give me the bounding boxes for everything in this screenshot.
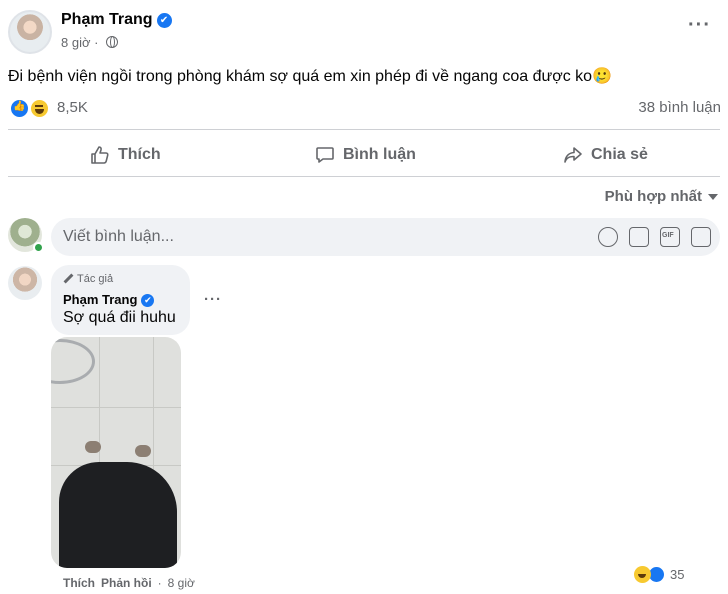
comment-text: Sợ quá đii huhu (63, 309, 176, 326)
comment-time[interactable]: 8 giờ (168, 576, 195, 590)
commenter-avatar[interactable] (8, 266, 42, 300)
chair-ring (51, 339, 95, 384)
sort-label: Phù hợp nhất (604, 188, 702, 205)
pencil-icon (63, 274, 73, 284)
globe-icon (106, 36, 119, 48)
comment-reaction-count: 35 (670, 567, 685, 582)
like-reaction-icon[interactable] (10, 99, 29, 118)
author-badge: Tác giả (63, 273, 113, 285)
author-badge-label: Tác giả (77, 273, 114, 285)
share-button[interactable]: Chia sẻ (563, 140, 648, 170)
post-author-name[interactable]: Phạm Trang (61, 11, 153, 28)
online-status-dot (33, 242, 44, 253)
right-foot (135, 445, 151, 457)
sticker-icon[interactable] (691, 227, 711, 247)
thumbs-up-icon (91, 146, 109, 164)
author-avatar[interactable] (8, 10, 52, 54)
post-text: Đi bệnh viện ngồi trong phòng khám sợ qu… (8, 68, 612, 85)
divider (8, 129, 720, 130)
skirt (59, 462, 177, 568)
post-timestamp[interactable]: 8 giờ · (61, 35, 119, 50)
comment-photo[interactable] (51, 337, 181, 568)
comment-more-icon[interactable]: ··· (204, 291, 222, 308)
caret-down-icon (708, 193, 718, 200)
left-foot (85, 441, 101, 453)
haha-reaction-icon[interactable] (30, 99, 49, 118)
comment-count[interactable]: 38 bình luận (638, 99, 721, 116)
gif-icon-label: GIF (662, 232, 674, 239)
comment-actions: Thích Phản hồi · 8 giờ (63, 576, 195, 590)
reaction-count[interactable]: 8,5K (57, 99, 88, 116)
floor-tile-line (51, 407, 181, 408)
verified-icon: ✔ (156, 13, 172, 28)
comment-reply-link[interactable]: Phản hồi (101, 576, 152, 590)
verified-icon: ✔ (141, 294, 155, 307)
comment-icon (316, 147, 334, 163)
emoji-icon[interactable] (598, 227, 618, 247)
divider (8, 176, 720, 177)
comment-author-name[interactable]: Phạm Trang (63, 292, 137, 307)
comment-button[interactable]: Bình luận (315, 140, 416, 170)
haha-reaction-icon (634, 566, 651, 583)
comment-sort-dropdown[interactable]: Phù hợp nhất (605, 188, 718, 205)
more-options-icon[interactable]: ··· (688, 14, 711, 37)
comment-author[interactable]: Phạm Trang ✔ (63, 292, 155, 307)
post-time-text[interactable]: 8 giờ (61, 35, 91, 50)
camera-icon[interactable] (629, 227, 649, 247)
like-button-label: Thích (118, 146, 161, 163)
comment-like-link[interactable]: Thích (63, 576, 95, 590)
gif-icon[interactable]: GIF (660, 227, 680, 247)
like-button[interactable]: Thích (90, 140, 161, 170)
post-author[interactable]: Phạm Trang ✔ (61, 11, 172, 29)
share-button-label: Chia sẻ (591, 146, 648, 163)
composer-tools: GIF (598, 227, 711, 247)
share-icon (564, 147, 582, 163)
comment-reactions[interactable]: 35 (631, 565, 688, 584)
comment-separator: · (157, 576, 162, 590)
comment-button-label: Bình luận (343, 146, 416, 163)
